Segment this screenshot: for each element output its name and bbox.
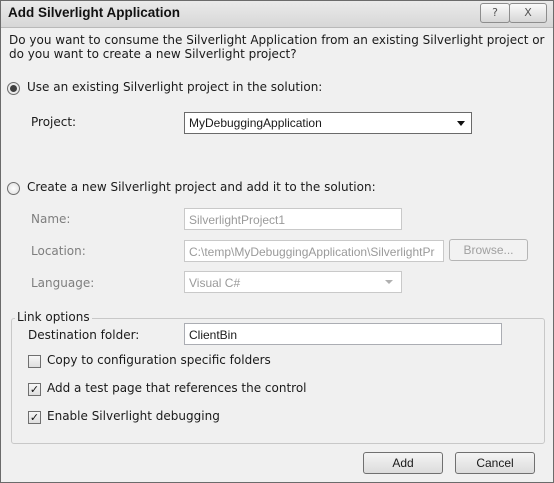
location-field[interactable]: C:\temp\MyDebuggingApplication\Silverlig… [184, 240, 444, 262]
copy-config-checkbox[interactable] [28, 355, 41, 368]
enable-debugging-label[interactable]: Enable Silverlight debugging [47, 409, 220, 423]
add-test-page-label[interactable]: Add a test page that references the cont… [47, 381, 307, 395]
cancel-button[interactable]: Cancel [455, 452, 535, 474]
chevron-down-icon [385, 280, 393, 284]
help-button[interactable]: ? [480, 3, 510, 23]
location-label: Location: [31, 244, 86, 258]
create-new-radio[interactable] [7, 182, 20, 195]
destination-folder-field[interactable]: ClientBin [184, 323, 502, 345]
use-existing-radio[interactable] [7, 82, 20, 95]
language-label: Language: [31, 276, 95, 290]
copy-config-label[interactable]: Copy to configuration specific folders [47, 353, 271, 367]
dialog-body: Do you want to consume the Silverlight A… [7, 28, 547, 474]
project-dropdown[interactable]: MyDebuggingApplication [184, 112, 472, 134]
chevron-down-icon [457, 121, 465, 126]
close-button[interactable]: X [509, 3, 547, 23]
enable-debugging-checkbox[interactable]: ✓ [28, 411, 41, 424]
create-new-label[interactable]: Create a new Silverlight project and add… [27, 180, 376, 194]
use-existing-label[interactable]: Use an existing Silverlight project in t… [27, 80, 322, 94]
add-test-page-checkbox[interactable]: ✓ [28, 383, 41, 396]
name-field[interactable]: SilverlightProject1 [184, 208, 402, 230]
language-dropdown[interactable]: Visual C# [184, 271, 402, 293]
question-text-line2: do you want to create a new Silverlight … [9, 47, 297, 61]
language-dropdown-value: Visual C# [189, 276, 241, 290]
dialog-title: Add Silverlight Application [8, 5, 181, 20]
add-silverlight-application-dialog: Add Silverlight Application ? X Do you w… [0, 0, 554, 483]
browse-button[interactable]: Browse... [449, 239, 528, 261]
project-dropdown-value: MyDebuggingApplication [189, 116, 322, 130]
title-bar[interactable]: Add Silverlight Application ? X [1, 1, 553, 28]
add-button[interactable]: Add [363, 452, 443, 474]
link-options-legend: Link options [15, 310, 92, 324]
project-label: Project: [31, 115, 77, 129]
name-label: Name: [31, 212, 71, 226]
question-text-line1: Do you want to consume the Silverlight A… [9, 33, 545, 47]
destination-folder-label: Destination folder: [28, 328, 140, 342]
